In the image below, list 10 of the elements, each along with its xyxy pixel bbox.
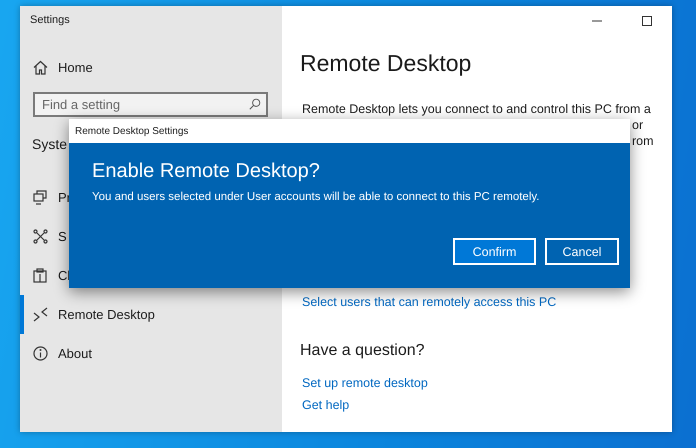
description-text: Remote Desktop lets you connect to and control this PC from a	[302, 101, 652, 117]
section-heading: Syste	[32, 136, 68, 152]
description-text: rom	[632, 134, 654, 148]
dialog-message: You and users selected under User accounts will be able to connect to this PC remotely.	[92, 191, 540, 203]
dialog-heading: Enable Remote Desktop?	[92, 160, 321, 183]
page-title: Remote Desktop	[300, 50, 472, 77]
description-text: or	[632, 118, 644, 132]
dialog-title: Remote Desktop Settings	[75, 126, 188, 136]
help-heading: Have a question?	[300, 341, 426, 361]
window-title: Settings	[29, 13, 71, 28]
